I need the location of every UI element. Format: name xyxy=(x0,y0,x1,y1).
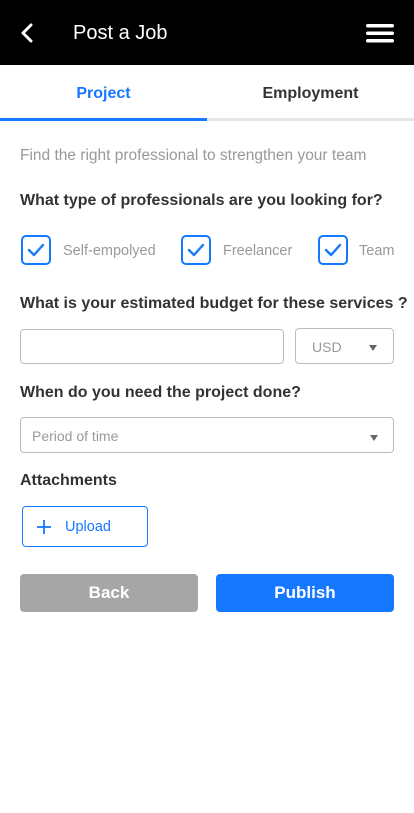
back-arrow-icon[interactable] xyxy=(14,20,40,46)
checkbox-team-label: Team xyxy=(359,243,395,259)
attachments-label: Attachments xyxy=(20,472,117,489)
upload-label: Upload xyxy=(65,519,111,535)
chevron-down-icon xyxy=(370,435,378,441)
hamburger-menu-icon[interactable] xyxy=(364,20,396,46)
form-subtitle: Find the right professional to strengthe… xyxy=(20,147,367,164)
tab-bar: Project Employment xyxy=(0,65,414,122)
budget-label: What is your estimated budget for these … xyxy=(20,295,408,312)
checkmark-icon xyxy=(324,243,342,257)
checkbox-self-employed[interactable] xyxy=(21,235,51,265)
active-tab-indicator xyxy=(0,118,207,121)
checkmark-icon xyxy=(27,243,45,257)
plus-icon xyxy=(37,520,51,534)
tab-project[interactable]: Project xyxy=(0,65,207,122)
currency-select[interactable]: USD xyxy=(295,328,394,364)
period-of-time-select[interactable]: Period of time xyxy=(20,417,394,453)
timeline-label: When do you need the project done? xyxy=(20,384,301,401)
professional-type-label: What type of professionals are you looki… xyxy=(20,192,383,209)
checkmark-icon xyxy=(187,243,205,257)
budget-input[interactable] xyxy=(20,329,284,364)
checkbox-freelancer[interactable] xyxy=(181,235,211,265)
checkbox-team[interactable] xyxy=(318,235,348,265)
upload-button[interactable]: Upload xyxy=(22,506,148,547)
currency-value: USD xyxy=(312,339,342,355)
chevron-down-icon xyxy=(369,345,377,351)
tab-employment[interactable]: Employment xyxy=(207,65,414,122)
page-title: Post a Job xyxy=(73,22,168,44)
checkbox-freelancer-label: Freelancer xyxy=(223,243,293,259)
checkbox-self-employed-label: Self-empolyed xyxy=(63,243,156,259)
publish-button[interactable]: Publish xyxy=(216,574,394,612)
app-bar: Post a Job xyxy=(0,0,414,65)
period-of-time-placeholder: Period of time xyxy=(32,428,119,444)
back-button[interactable]: Back xyxy=(20,574,198,612)
